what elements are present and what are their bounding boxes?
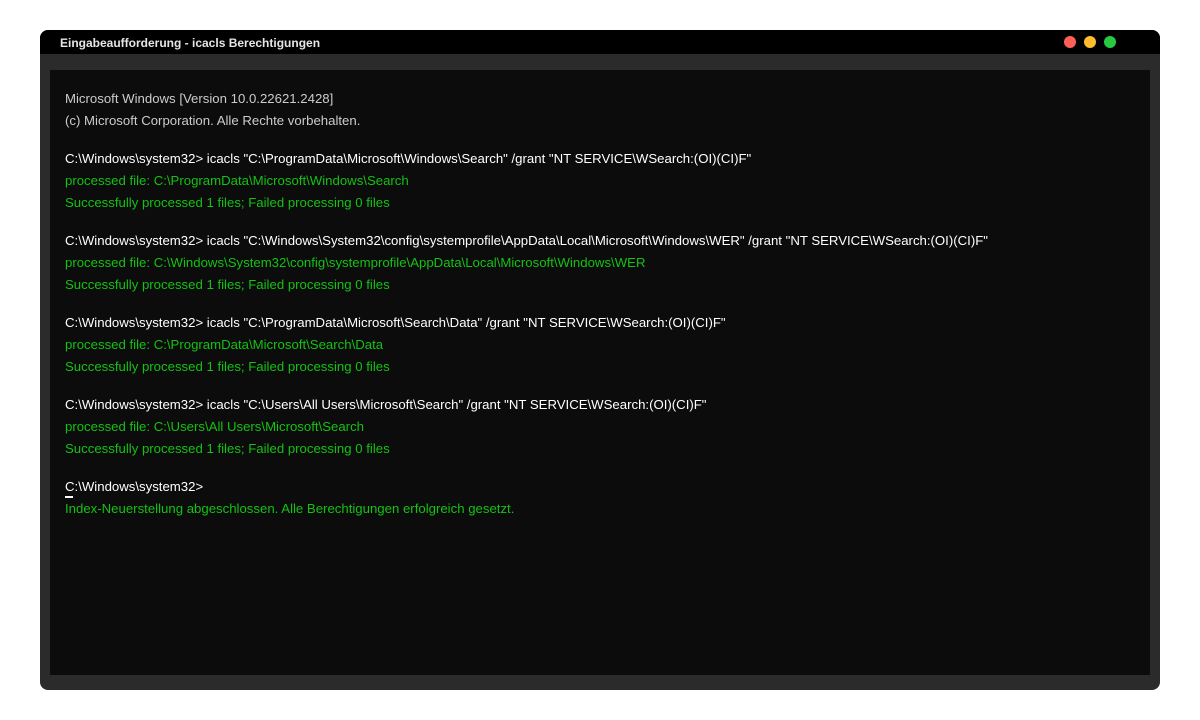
command-line: C:\Windows\system32> icacls "C:\Users\Al… [65,397,707,412]
banner-version: Microsoft Windows [Version 10.0.22621.24… [65,91,334,106]
final-message: Index-Neuerstellung abgeschlossen. Alle … [65,501,515,516]
summary-line: Successfully processed 1 files; Failed p… [65,359,390,374]
terminal-content: Microsoft Windows [Version 10.0.22621.24… [65,88,1145,520]
text-cursor [65,496,73,498]
summary-line: Successfully processed 1 files; Failed p… [65,441,390,456]
command-line: C:\Windows\system32> icacls "C:\ProgramD… [65,315,726,330]
window-controls [1064,36,1116,48]
processed-line: processed file: C:\Windows\System32\conf… [65,255,646,270]
minimize-icon[interactable] [1084,36,1096,48]
processed-line: processed file: C:\ProgramData\Microsoft… [65,173,409,188]
banner-copyright: (c) Microsoft Corporation. Alle Rechte v… [65,113,361,128]
window-title: Eingabeaufforderung - icacls Berechtigun… [60,36,321,50]
processed-line: processed file: C:\ProgramData\Microsoft… [65,337,384,352]
terminal-window: Eingabeaufforderung - icacls Berechtigun… [40,30,1160,690]
summary-line: Successfully processed 1 files; Failed p… [65,277,390,292]
prompt-line: C:\Windows\system32> [65,479,204,494]
command-line: C:\Windows\system32> icacls "C:\Windows\… [65,233,988,248]
terminal-output[interactable]: Microsoft Windows [Version 10.0.22621.24… [50,70,1150,675]
processed-line: processed file: C:\Users\All Users\Micro… [65,419,365,434]
maximize-icon[interactable] [1104,36,1116,48]
summary-line: Successfully processed 1 files; Failed p… [65,195,390,210]
close-icon[interactable] [1064,36,1076,48]
title-bar[interactable]: Eingabeaufforderung - icacls Berechtigun… [40,30,1160,54]
command-line: C:\Windows\system32> icacls "C:\ProgramD… [65,151,752,166]
